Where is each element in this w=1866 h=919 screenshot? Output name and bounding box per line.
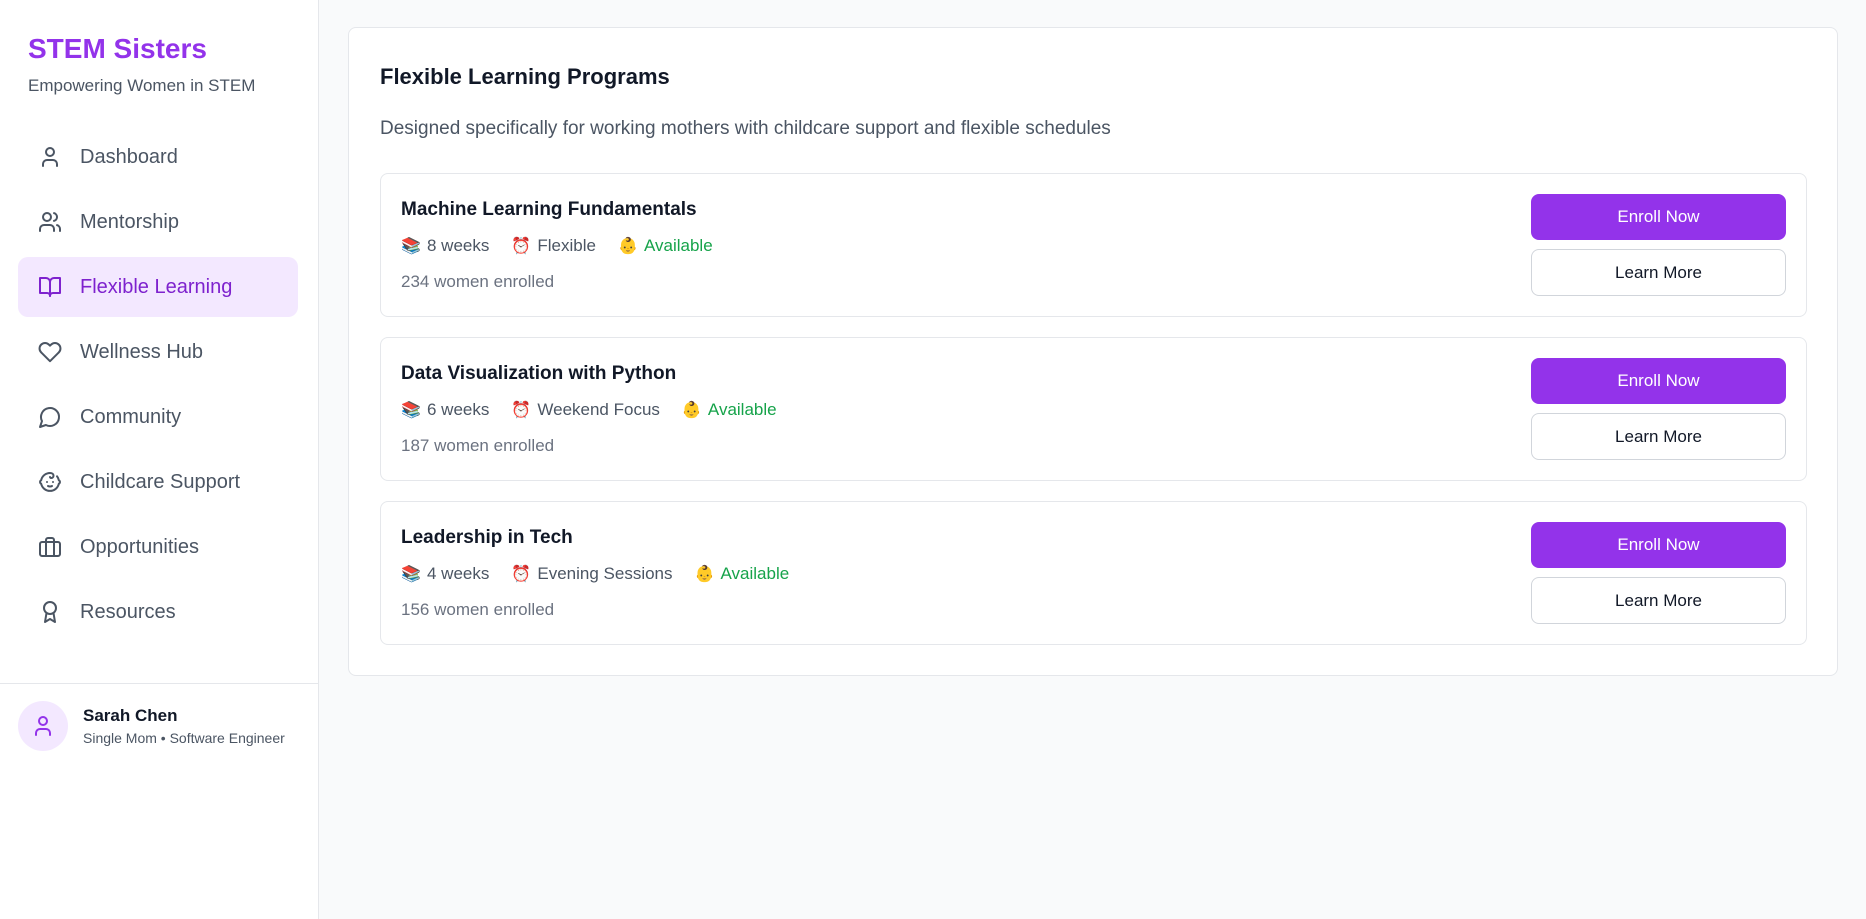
program-card: Data Visualization with Python 📚 6 weeks…: [380, 337, 1807, 481]
duration-meta: 📚 4 weeks: [401, 564, 489, 584]
sidebar-item-childcare-support[interactable]: Childcare Support: [18, 452, 298, 512]
briefcase-icon: [38, 535, 62, 559]
childcare-status: Available: [643, 236, 713, 255]
user-profile[interactable]: Sarah Chen Single Mom • Software Enginee…: [0, 683, 318, 767]
baby-icon: [38, 470, 62, 494]
enrolled-count: 234 women enrolled: [401, 272, 555, 291]
learn-more-button[interactable]: Learn More: [1531, 413, 1786, 460]
sidebar-item-flexible-learning[interactable]: Flexible Learning: [18, 257, 298, 317]
enroll-now-button[interactable]: Enroll Now: [1531, 194, 1786, 240]
program-meta: 📚 4 weeks ⏰ Evening Sessions 👶 Available: [401, 564, 811, 584]
program-title: Data Visualization with Python: [401, 363, 677, 384]
page-title: Flexible Learning Programs: [380, 64, 670, 89]
duration-text: 4 weeks: [427, 564, 490, 583]
schedule-text: Flexible: [537, 236, 596, 255]
duration-text: 6 weeks: [427, 400, 490, 419]
learn-more-button[interactable]: Learn More: [1531, 577, 1786, 624]
books-icon: 📚: [401, 238, 421, 255]
sidebar-item-dashboard[interactable]: Dashboard: [18, 127, 298, 187]
enroll-now-button[interactable]: Enroll Now: [1531, 358, 1786, 404]
user-icon: [38, 145, 62, 169]
sidebar-item-label: Childcare Support: [80, 470, 241, 493]
enroll-now-button[interactable]: Enroll Now: [1531, 522, 1786, 568]
program-card: Machine Learning Fundamentals 📚 8 weeks …: [380, 173, 1807, 317]
user-role: Single Mom • Software Engineer: [83, 729, 285, 746]
sidebar-item-wellness-hub[interactable]: Wellness Hub: [18, 322, 298, 382]
baby-face-icon: 👶: [681, 402, 702, 419]
enrolled-count: 187 women enrolled: [401, 436, 555, 455]
baby-face-icon: 👶: [617, 238, 638, 255]
page-subtitle: Designed specifically for working mother…: [380, 118, 1111, 139]
brand: STEM Sisters Empowering Women in STEM: [0, 0, 318, 96]
alarm-clock-icon: ⏰: [511, 402, 532, 419]
program-meta: 📚 8 weeks ⏰ Flexible 👶 Available: [401, 236, 735, 256]
duration-meta: 📚 8 weeks: [401, 236, 489, 256]
heart-icon: [38, 340, 62, 364]
enrolled-count: 156 women enrolled: [401, 600, 555, 619]
program-title: Machine Learning Fundamentals: [401, 199, 697, 220]
program-title: Leadership in Tech: [401, 527, 573, 548]
schedule-text: Evening Sessions: [537, 564, 673, 583]
sidebar: STEM Sisters Empowering Women in STEM Da…: [0, 0, 319, 919]
program-card: Leadership in Tech 📚 4 weeks ⏰ Evening S…: [380, 501, 1807, 645]
sidebar-item-label: Wellness Hub: [80, 340, 204, 363]
message-circle-icon: [38, 405, 62, 429]
alarm-clock-icon: ⏰: [511, 566, 532, 583]
sidebar-item-label: Resources: [80, 600, 176, 623]
schedule-meta: ⏰ Flexible: [511, 236, 596, 256]
sidebar-item-label: Opportunities: [80, 535, 199, 558]
sidebar-item-opportunities[interactable]: Opportunities: [18, 517, 298, 577]
users-icon: [38, 210, 62, 234]
user-avatar-icon: [35, 715, 51, 736]
sidebar-nav: Dashboard Mentorship Flexible Learning W…: [18, 127, 298, 647]
alarm-clock-icon: ⏰: [511, 238, 532, 255]
schedule-text: Weekend Focus: [537, 400, 660, 419]
sidebar-item-label: Community: [80, 405, 182, 428]
duration-text: 8 weeks: [427, 236, 490, 255]
schedule-meta: ⏰ Weekend Focus: [511, 400, 660, 420]
brand-title[interactable]: STEM Sisters: [28, 32, 290, 66]
sidebar-item-resources[interactable]: Resources: [18, 582, 298, 642]
avatar: [18, 700, 68, 751]
childcare-meta: 👶 Available: [618, 236, 713, 256]
childcare-meta: 👶 Available: [682, 400, 777, 420]
books-icon: 📚: [401, 566, 421, 583]
sidebar-item-community[interactable]: Community: [18, 387, 298, 447]
sidebar-item-label: Flexible Learning: [80, 275, 233, 298]
award-icon: [38, 600, 62, 624]
books-icon: 📚: [401, 402, 421, 419]
childcare-meta: 👶 Available: [695, 564, 790, 584]
sidebar-item-mentorship[interactable]: Mentorship: [18, 192, 298, 252]
baby-face-icon: 👶: [694, 566, 715, 583]
sidebar-item-label: Dashboard: [80, 145, 178, 168]
schedule-meta: ⏰ Evening Sessions: [511, 564, 672, 584]
childcare-status: Available: [720, 564, 790, 583]
sidebar-item-label: Mentorship: [80, 210, 179, 233]
duration-meta: 📚 6 weeks: [401, 400, 489, 420]
learn-more-button[interactable]: Learn More: [1531, 249, 1786, 296]
user-name: Sarah Chen: [83, 705, 178, 725]
programs-card: Flexible Learning Programs Designed spec…: [348, 27, 1838, 676]
program-meta: 📚 6 weeks ⏰ Weekend Focus 👶 Available: [401, 400, 799, 420]
brand-subtitle: Empowering Women in STEM: [28, 76, 256, 95]
book-open-icon: [38, 275, 62, 299]
childcare-status: Available: [707, 400, 777, 419]
